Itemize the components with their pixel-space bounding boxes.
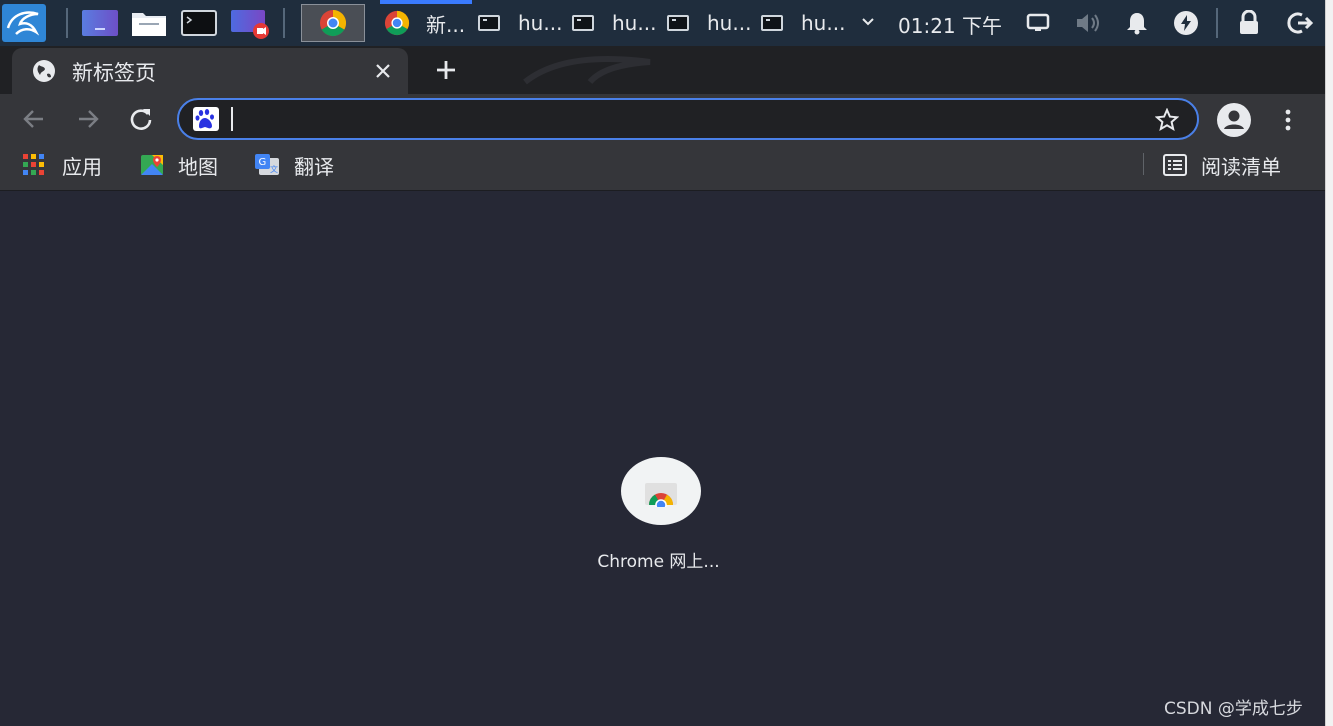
- svg-text:G: G: [259, 157, 267, 168]
- bookmark-label: 地图: [178, 154, 218, 179]
- logout-icon[interactable]: [1286, 10, 1314, 36]
- close-icon: [376, 64, 390, 78]
- address-bar[interactable]: [177, 98, 1199, 140]
- taskbar-separator: [1216, 8, 1218, 38]
- maps-icon: [141, 155, 163, 175]
- file-manager-icon[interactable]: [131, 9, 167, 37]
- back-button[interactable]: [20, 105, 48, 133]
- taskbar-clock[interactable]: 01:21 下午: [898, 10, 1002, 39]
- reading-list-label: 阅读清单: [1201, 154, 1281, 179]
- reading-list-icon: [1163, 154, 1187, 176]
- volume-icon[interactable]: [1074, 10, 1102, 36]
- chrome-launcher-button[interactable]: [301, 4, 365, 42]
- bookmark-translate[interactable]: G 文 翻译: [255, 150, 334, 180]
- bookmark-maps[interactable]: 地图: [140, 150, 218, 180]
- tab-new-tab[interactable]: 新标签页: [12, 48, 408, 94]
- address-input[interactable]: [231, 107, 235, 131]
- terminal-icon[interactable]: [181, 10, 217, 36]
- display-icon[interactable]: [1026, 12, 1050, 34]
- forward-button[interactable]: [74, 105, 102, 133]
- baidu-search-engine-icon[interactable]: [193, 107, 219, 131]
- task-label: hu...: [707, 11, 752, 35]
- bookmark-apps[interactable]: 应用: [22, 150, 102, 180]
- globe-icon: [32, 59, 56, 83]
- bookmarks-divider: [1143, 153, 1144, 175]
- task-label: hu...: [801, 11, 846, 35]
- terminal-icon: [667, 15, 689, 31]
- terminal-icon: [572, 15, 594, 31]
- power-manager-icon[interactable]: [1173, 10, 1199, 36]
- svg-text:文: 文: [270, 164, 278, 174]
- bookmark-label: 翻译: [294, 154, 334, 179]
- task-terminal-2[interactable]: hu...: [572, 2, 660, 44]
- chrome-menu-button[interactable]: [1277, 106, 1299, 134]
- task-chrome[interactable]: 新...: [384, 2, 474, 44]
- translate-icon: G 文: [255, 154, 279, 175]
- shortcut-chrome-web-store[interactable]: Chrome 网上...: [571, 452, 751, 582]
- reload-button[interactable]: [127, 105, 155, 133]
- taskbar-separator: [66, 8, 68, 38]
- task-terminal-1[interactable]: hu...: [478, 2, 566, 44]
- taskbar-separator: [283, 8, 285, 38]
- reading-list-button[interactable]: 阅读清单: [1163, 150, 1281, 180]
- new-tab-button[interactable]: [433, 57, 459, 83]
- bookmark-star-button[interactable]: [1154, 107, 1180, 132]
- bookmark-label: 应用: [62, 154, 102, 179]
- avatar-icon: [1217, 103, 1251, 137]
- arrow-right-icon: [79, 110, 99, 128]
- shortcut-label: Chrome 网上...: [597, 552, 720, 572]
- tab-title: 新标签页: [72, 61, 156, 85]
- terminal-icon: [761, 15, 783, 31]
- lock-icon[interactable]: [1237, 9, 1261, 36]
- notification-bell-icon[interactable]: [1125, 10, 1149, 36]
- chrome-icon: [320, 9, 347, 37]
- csdn-watermark: CSDN @学成七步: [1164, 699, 1303, 719]
- kali-dragon-watermark: [520, 52, 660, 92]
- more-vertical-icon: [1285, 109, 1291, 131]
- task-label: hu...: [518, 11, 563, 35]
- task-label: hu...: [612, 11, 657, 35]
- star-icon: [1154, 107, 1180, 132]
- chevron-down-icon[interactable]: [858, 12, 878, 32]
- kali-menu-icon[interactable]: [2, 4, 46, 42]
- chrome-web-store-icon: [645, 483, 677, 507]
- terminal-icon: [478, 15, 500, 31]
- plus-icon: [437, 61, 455, 79]
- reload-icon: [130, 109, 152, 130]
- arrow-left-icon: [23, 110, 43, 128]
- screen-recorder-icon[interactable]: [231, 10, 271, 40]
- window-edge: [1325, 0, 1333, 726]
- chrome-icon: [384, 10, 410, 36]
- task-terminal-4[interactable]: hu...: [761, 2, 849, 44]
- workspace-icon[interactable]: [82, 10, 118, 36]
- tab-strip: 新标签页: [0, 46, 1325, 127]
- shortcut-icon-circle: [621, 457, 701, 525]
- task-label: 新...: [426, 12, 466, 37]
- task-terminal-3[interactable]: hu...: [667, 2, 755, 44]
- taskbar: 新... hu... hu... hu... hu... 01:21 下午: [0, 0, 1333, 47]
- profile-button[interactable]: [1216, 102, 1252, 138]
- tab-close-button[interactable]: [372, 60, 394, 82]
- toolbar: [0, 94, 1325, 144]
- apps-grid-icon: [23, 154, 44, 175]
